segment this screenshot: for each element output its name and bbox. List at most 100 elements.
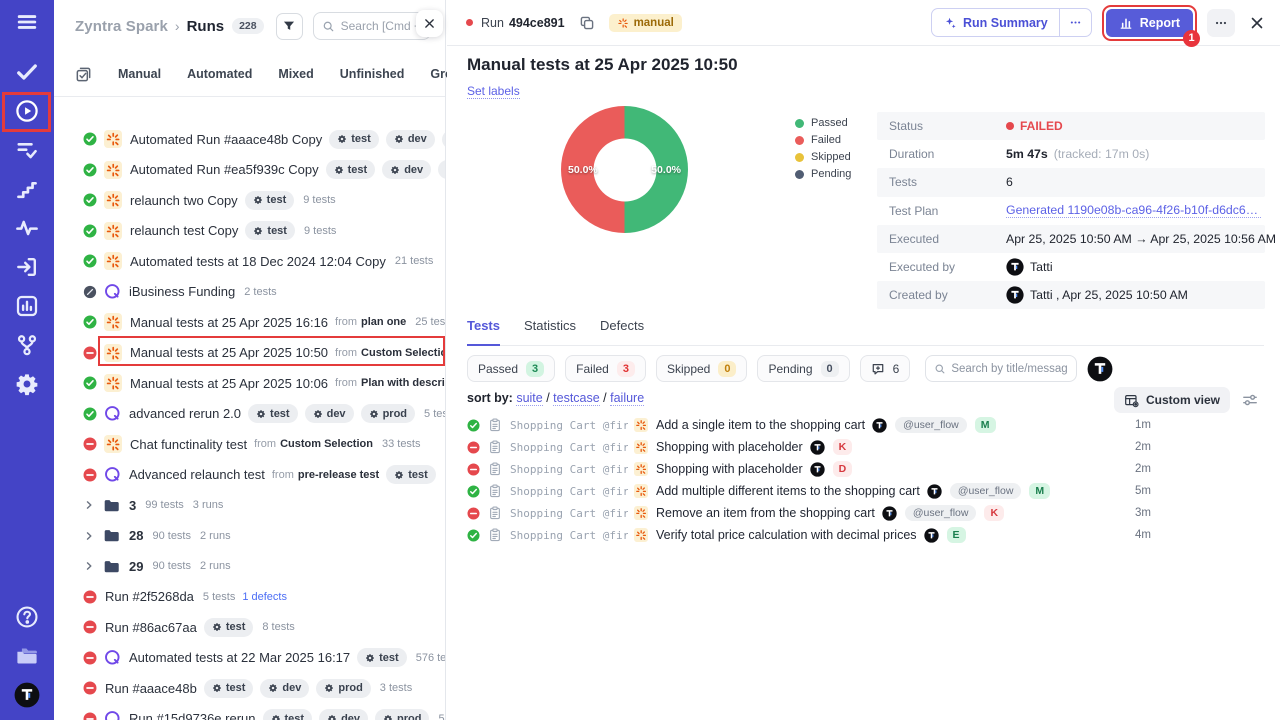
runs-tab-unfinished[interactable]: Unfinished (340, 67, 405, 81)
sidebar-projects-icon[interactable] (15, 644, 39, 668)
run-row[interactable]: relaunch two Copytest9 tests (54, 185, 445, 216)
sidebar-imports-icon[interactable] (15, 255, 39, 279)
test-row[interactable]: Shopping Cart @fir...Shopping with place… (467, 436, 1280, 458)
sidebar-runs-icon[interactable] (15, 99, 39, 123)
gear-icon (394, 470, 404, 480)
sidebar-settings-icon[interactable] (15, 372, 39, 396)
run-summary-label: Run Summary (963, 16, 1048, 30)
run-row[interactable]: Run #86ac67aatest8 tests (54, 612, 445, 643)
panel-close-button[interactable] (416, 10, 443, 37)
filter-chip-failed[interactable]: Failed3 (565, 355, 646, 382)
sidebar-reports-icon[interactable] (15, 294, 39, 318)
set-labels-link[interactable]: Set labels (467, 84, 520, 99)
sidebar-insights-icon[interactable] (15, 216, 39, 240)
status-failed-icon (83, 468, 97, 482)
runs-tab-automated[interactable]: Automated (187, 67, 252, 81)
run-row[interactable]: Manual tests at 25 Apr 2025 10:06fromPla… (54, 368, 445, 399)
run-row[interactable]: Run #2f5268da5 tests1 defects (54, 582, 445, 613)
assignee-avatar (872, 418, 887, 433)
sort-by-failure[interactable]: failure (610, 391, 644, 406)
sliders-icon[interactable] (1242, 392, 1258, 408)
suite-name: Shopping Cart @fir... (510, 529, 628, 542)
sidebar-help-icon[interactable] (15, 605, 39, 629)
breadcrumb-workspace[interactable]: Zyntra Spark (75, 18, 168, 35)
gear-icon (253, 226, 263, 236)
comments-chip[interactable]: 6 (860, 355, 911, 382)
test-plan-link[interactable]: Generated 1190e08b-ca96-4f26-b10f-d6dc6f… (1006, 203, 1261, 218)
run-row[interactable]: Automated tests at 22 Mar 2025 16:17test… (54, 643, 445, 674)
sort-by-testcase[interactable]: testcase (553, 391, 600, 406)
run-row[interactable]: Run #aaace48btestdevprod3 tests (54, 673, 445, 704)
filter-button[interactable] (276, 13, 303, 40)
tab-statistics[interactable]: Statistics (524, 318, 576, 345)
defects-link[interactable]: 1 defects (242, 591, 287, 603)
tab-tests[interactable]: Tests (467, 318, 500, 346)
detail-close-button[interactable] (1249, 15, 1265, 31)
sidebar-pipelines-icon[interactable] (15, 333, 39, 357)
tests-search[interactable] (925, 355, 1077, 382)
run-row[interactable]: Automated Run #ea5f939c Copytestdevprod (54, 155, 445, 186)
tests-search-input[interactable] (951, 363, 1068, 375)
tag-dev: dev (319, 709, 368, 720)
info-value: FAILED (1006, 119, 1063, 133)
runs-search-input[interactable] (341, 19, 422, 33)
runs-tab-mixed[interactable]: Mixed (278, 67, 313, 81)
more-actions-button[interactable] (1207, 9, 1235, 37)
copy-icon[interactable] (579, 15, 595, 31)
folder-row[interactable]: 399 tests3 runs (54, 490, 445, 521)
sidebar-requirements-icon[interactable] (15, 138, 39, 162)
sidebar-tests-icon[interactable] (15, 60, 39, 84)
test-row[interactable]: Shopping Cart @fir...Remove an item from… (467, 502, 1280, 524)
report-button[interactable]: Report (1106, 9, 1193, 37)
sidebar-milestones-icon[interactable] (15, 177, 39, 201)
test-row[interactable]: Shopping Cart @fir...Add multiple differ… (467, 480, 1280, 502)
tab-defects[interactable]: Defects (600, 318, 644, 345)
run-row[interactable]: Chat functinality testfromCustom Selecti… (54, 429, 445, 460)
test-row[interactable]: Shopping Cart @fir...Shopping with place… (467, 458, 1280, 480)
breadcrumb-page[interactable]: Runs (187, 18, 225, 35)
run-row[interactable]: Manual tests at 25 Apr 2025 16:16frompla… (54, 307, 445, 338)
run-row[interactable]: advanced rerun 2.0testdevprod5 tests (54, 399, 445, 430)
run-summary-button[interactable]: Run Summary (932, 16, 1059, 30)
runs-tab-manual[interactable]: Manual (118, 67, 161, 81)
run-row[interactable]: relaunch test Copytest9 tests (54, 216, 445, 247)
chip-label: Pending (768, 362, 812, 376)
legend-label: Failed (811, 134, 841, 146)
info-row-tests: Tests6 (877, 168, 1265, 196)
run-name: Run #aaace48b (105, 681, 197, 696)
tag-test: test (386, 465, 436, 484)
run-row[interactable]: Run #15d9736e reruntestdevprod5 tests (54, 704, 445, 720)
run-row[interactable]: Automated Run #aaace48b Copytestdevprod (54, 124, 445, 155)
run-row[interactable]: Automated tests at 18 Dec 2024 12:04 Cop… (54, 246, 445, 277)
gear-icon (394, 134, 404, 144)
info-label: Duration (889, 147, 1006, 161)
filter-chip-pending[interactable]: Pending0 (757, 355, 849, 382)
qase-logo-icon (104, 649, 121, 666)
assignee-filter-avatar[interactable] (1087, 356, 1113, 382)
filter-chip-skipped[interactable]: Skipped0 (656, 355, 748, 382)
tag-label: test (226, 682, 246, 694)
folder-row[interactable]: 2990 tests2 runs (54, 551, 445, 582)
run-summary-more-button[interactable] (1059, 9, 1091, 36)
filter-chip-passed[interactable]: Passed3 (467, 355, 555, 382)
run-row[interactable]: Advanced relaunch testfrompre-release te… (54, 460, 445, 491)
custom-view-button[interactable]: Custom view (1114, 387, 1230, 413)
select-all-icon[interactable] (75, 66, 92, 83)
run-name: relaunch test Copy (130, 223, 238, 238)
run-row[interactable]: iBusiness Funding2 tests (54, 277, 445, 308)
sort-by-suite[interactable]: suite (516, 391, 542, 406)
test-row[interactable]: Shopping Cart @fir...Add a single item t… (467, 414, 1280, 436)
folder-row[interactable]: 2890 tests2 runs (54, 521, 445, 552)
funnel-icon (282, 19, 296, 33)
run-tests-count: 21 tests (395, 255, 434, 267)
tag-label: test (351, 133, 371, 145)
runs-search[interactable] (313, 12, 431, 40)
tag-label: test (267, 225, 287, 237)
gear-icon (327, 714, 337, 720)
milestone-badge: E (947, 527, 966, 543)
run-row[interactable]: Manual tests at 25 Apr 2025 10:50fromCus… (54, 338, 445, 369)
chip-count: 3 (526, 361, 544, 377)
test-row[interactable]: Shopping Cart @fir...Verify total price … (467, 524, 1280, 546)
tag-test: test (329, 130, 379, 149)
info-row-executed-by: Executed byTatti (877, 253, 1265, 281)
